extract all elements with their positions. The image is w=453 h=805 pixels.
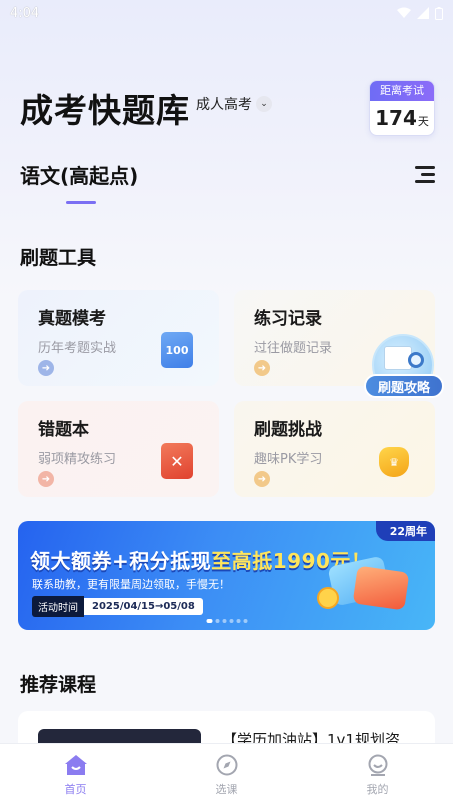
anniversary-badge: 22周年 xyxy=(375,521,435,541)
banner-subline: 联系助教，更有限量周边领取，手慢无！ xyxy=(32,578,230,591)
status-time: 4:04 xyxy=(10,5,40,21)
banner-headline: 领大额券+积分抵现至高抵1990元！ xyxy=(30,545,371,574)
status-icons xyxy=(397,6,443,20)
tool-title: 错题本 xyxy=(38,420,89,440)
arrow-right-icon: ➜ xyxy=(254,360,270,376)
countdown-value: 174 xyxy=(375,106,417,130)
tool-card-challenge[interactable]: 刷题挑战 趣味PK学习 ➜ ♛ xyxy=(234,401,435,497)
chevron-down-icon: ⌄ xyxy=(256,96,272,112)
tool-card-wrong-questions[interactable]: 错题本 弱项精攻练习 ➜ ✕ xyxy=(18,401,219,497)
wrong-book-icon: ✕ xyxy=(161,443,193,479)
banner-time-tag: 活动时间 xyxy=(32,596,84,617)
promo-banner[interactable]: 22周年 领大额券+积分抵现至高抵1990元！ 联系助教，更有限量周边领取，手慢… xyxy=(18,521,435,630)
exam-countdown[interactable]: 距离考试 174天 xyxy=(369,80,435,136)
level-select[interactable]: 成人高考 ⌄ xyxy=(196,94,272,114)
home-icon xyxy=(64,753,88,777)
subject-tab-indicator xyxy=(66,201,96,204)
nav-item-home[interactable]: 首页 xyxy=(0,744,151,805)
subject-tab[interactable]: 语文(高起点) xyxy=(20,160,138,189)
tool-title: 真题模考 xyxy=(38,309,106,329)
study-guide-float-button[interactable]: 刷题攻略 xyxy=(364,334,444,406)
nav-item-profile[interactable]: 我的 xyxy=(302,744,453,805)
battery-icon xyxy=(435,6,443,20)
countdown-value-wrap: 174天 xyxy=(370,101,434,135)
tool-card-mock-exam[interactable]: 真题模考 历年考题实战 ➜ 100 xyxy=(18,290,219,386)
menu-icon[interactable] xyxy=(415,166,435,184)
app-title: 成考快题库 xyxy=(20,91,190,130)
nav-label: 首页 xyxy=(64,782,87,796)
bottom-nav: 首页 选课 我的 xyxy=(0,743,453,805)
countdown-label: 距离考试 xyxy=(370,81,434,101)
nav-label: 选课 xyxy=(215,782,238,796)
banner-pagination xyxy=(206,619,247,623)
profile-icon xyxy=(366,753,390,777)
banner-time: 活动时间 2025/04/15→05/08 xyxy=(32,596,203,617)
level-select-label: 成人高考 xyxy=(196,97,252,113)
arrow-right-icon: ➜ xyxy=(38,471,54,487)
magnifier-icon xyxy=(408,352,424,368)
coin-icon xyxy=(317,587,339,609)
header: 成考快题库 成人高考 ⌄ 距离考试 174天 xyxy=(20,78,435,136)
crown-icon: ♛ xyxy=(379,447,409,477)
status-bar: 4:04 xyxy=(0,0,453,26)
wifi-icon xyxy=(397,7,411,18)
tool-title: 刷题挑战 xyxy=(254,420,322,440)
wallet-illustration xyxy=(317,551,413,617)
banner-headline-main: 领大额券+积分抵现 xyxy=(30,549,212,573)
score-100-icon: 100 xyxy=(161,332,193,368)
compass-icon xyxy=(215,753,239,777)
tools-section-title: 刷题工具 xyxy=(20,247,97,269)
courses-section-title: 推荐课程 xyxy=(20,674,97,696)
wallet-card xyxy=(352,565,410,611)
arrow-right-icon: ➜ xyxy=(254,471,270,487)
float-badge-label: 刷题攻略 xyxy=(364,374,444,398)
signal-icon xyxy=(417,7,429,19)
arrow-right-icon: ➜ xyxy=(38,360,54,376)
tool-title: 练习记录 xyxy=(254,309,322,329)
nav-item-courses[interactable]: 选课 xyxy=(151,744,302,805)
countdown-unit: 天 xyxy=(417,115,429,128)
nav-label: 我的 xyxy=(366,782,389,796)
banner-time-range: 2025/04/15→05/08 xyxy=(84,598,203,615)
